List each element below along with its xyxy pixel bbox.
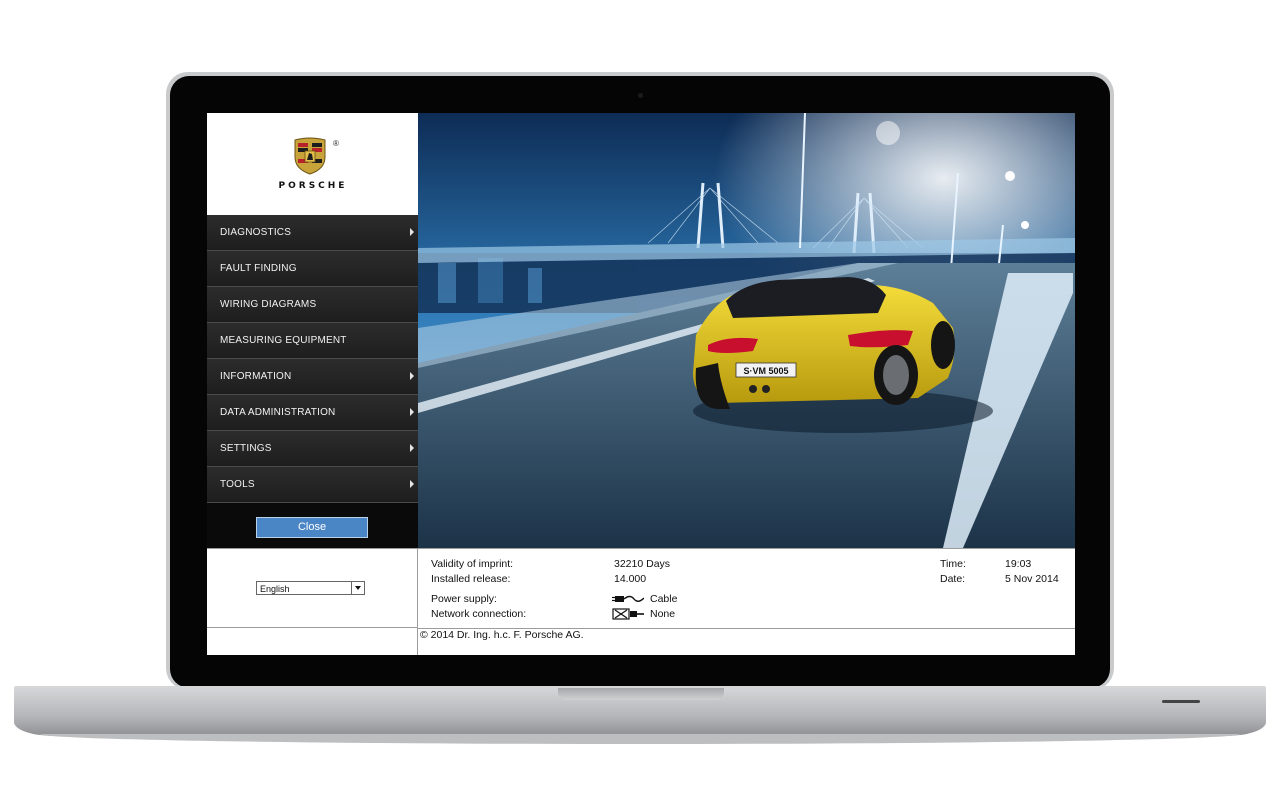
sidebar: ® PORSCHE DIAGNOSTICS FAULT FINDING WIRI…	[207, 113, 418, 548]
release-value: 14.000	[614, 573, 647, 585]
menu-item-label: MEASURING EQUIPMENT	[220, 335, 347, 346]
language-select[interactable]: English	[256, 581, 365, 595]
date-value: 5 Nov 2014	[1005, 573, 1059, 585]
time-label: Time:	[940, 558, 966, 570]
hero-illustration: S·VM 5005	[418, 113, 1075, 548]
license-plate: S·VM 5005	[743, 366, 788, 376]
menu-item-label: INFORMATION	[220, 371, 292, 382]
menu-item-measuring-equipment[interactable]: MEASURING EQUIPMENT	[207, 323, 418, 359]
language-panel: English	[207, 548, 418, 655]
menu-item-wiring-diagrams[interactable]: WIRING DIAGRAMS	[207, 287, 418, 323]
copyright-text: © 2014 Dr. Ing. h.c. F. Porsche AG.	[420, 629, 584, 641]
status-led	[1162, 700, 1200, 703]
chevron-right-icon	[410, 480, 414, 488]
menu-item-label: WIRING DIAGRAMS	[220, 299, 317, 310]
time-value: 19:03	[1005, 558, 1032, 570]
power-cable-icon	[612, 595, 644, 602]
menu-item-label: DATA ADMINISTRATION	[220, 407, 336, 418]
network-value: None	[650, 608, 676, 620]
power-label: Power supply:	[431, 593, 497, 605]
hero-image: S·VM 5005	[418, 113, 1075, 548]
menu-item-tools[interactable]: TOOLS	[207, 467, 418, 503]
chevron-down-icon[interactable]	[351, 582, 364, 594]
close-button[interactable]: Close	[256, 517, 368, 538]
network-disconnected-icon	[612, 608, 644, 620]
registered-mark: ®	[333, 139, 339, 148]
status-panel: Validity of imprint: 32210 Days Installe…	[418, 548, 1075, 655]
menu-item-label: DIAGNOSTICS	[220, 227, 292, 238]
menu-item-data-administration[interactable]: DATA ADMINISTRATION	[207, 395, 418, 431]
app-screen: ® PORSCHE DIAGNOSTICS FAULT FINDING WIRI…	[207, 113, 1075, 655]
menu-item-label: FAULT FINDING	[220, 263, 297, 274]
menu-item-fault-finding[interactable]: FAULT FINDING	[207, 251, 418, 287]
menu-item-settings[interactable]: SETTINGS	[207, 431, 418, 467]
porsche-crest-icon	[294, 137, 326, 175]
brand-wordmark: PORSCHE	[278, 181, 348, 191]
chevron-right-icon	[410, 372, 414, 380]
menu-item-information[interactable]: INFORMATION	[207, 359, 418, 395]
language-selected-value: English	[260, 584, 290, 594]
power-value: Cable	[650, 593, 678, 605]
chevron-right-icon	[410, 408, 414, 416]
language-divider	[207, 627, 417, 628]
date-label: Date:	[940, 573, 966, 585]
validity-value: 32210 Days	[614, 558, 671, 570]
menu-item-label: SETTINGS	[220, 443, 272, 454]
menu-item-diagnostics[interactable]: DIAGNOSTICS	[207, 215, 418, 251]
lid-notch	[558, 688, 724, 700]
network-label: Network connection:	[431, 608, 527, 620]
logo-area: ® PORSCHE	[207, 113, 418, 215]
menu-item-label: TOOLS	[220, 479, 255, 490]
laptop-base-shadow	[40, 734, 1240, 744]
main-menu: DIAGNOSTICS FAULT FINDING WIRING DIAGRAM…	[207, 215, 418, 503]
release-label: Installed release:	[431, 573, 511, 585]
webcam-icon	[638, 93, 643, 98]
chevron-right-icon	[410, 228, 414, 236]
chevron-right-icon	[410, 444, 414, 452]
validity-label: Validity of imprint:	[431, 558, 514, 570]
